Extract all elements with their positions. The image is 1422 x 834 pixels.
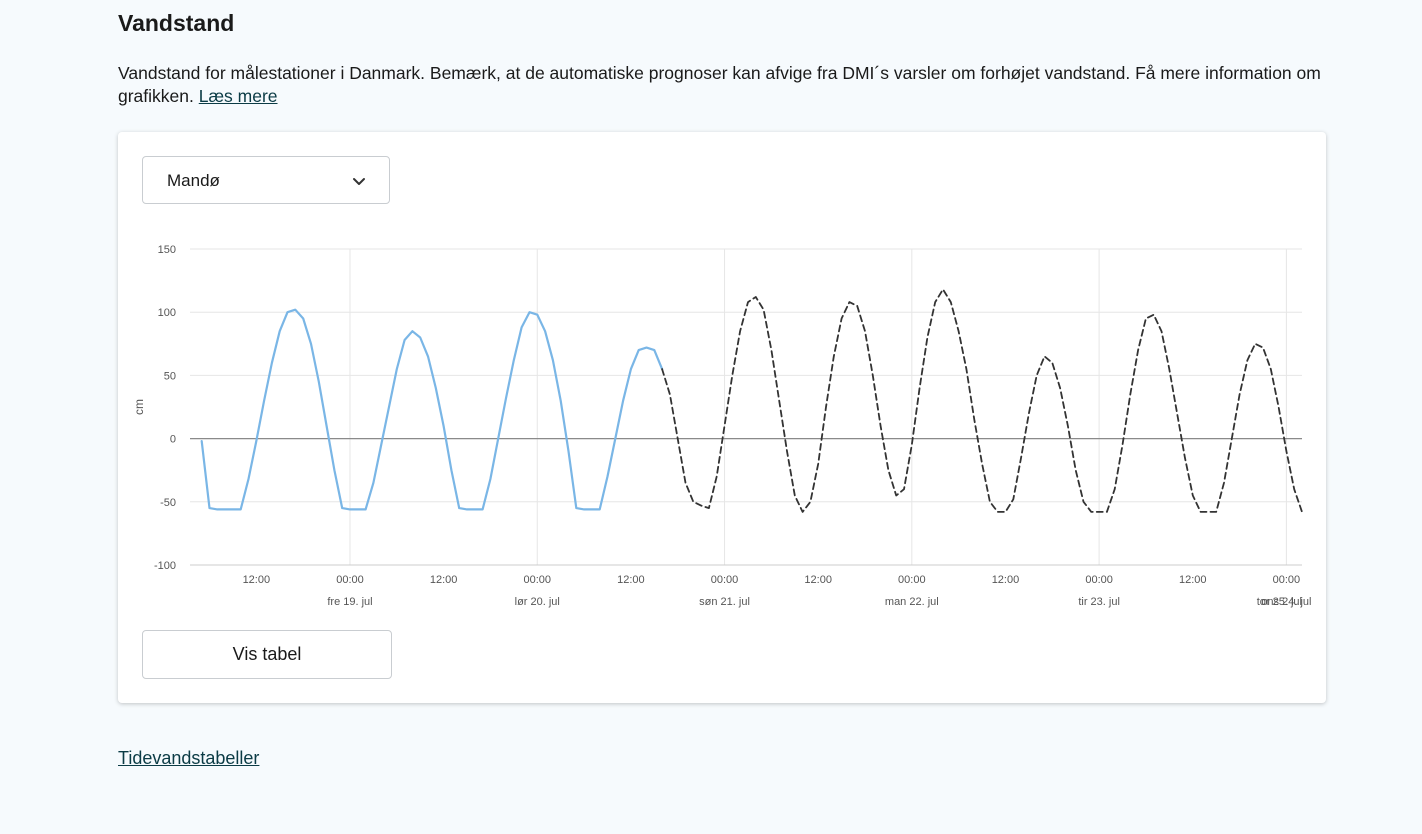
x-time-label: 12:00 [617,574,645,586]
intro-description: Vandstand for målestationer i Danmark. B… [118,63,1321,106]
y-tick-label: 50 [164,370,176,382]
y-tick-label: -100 [154,560,176,572]
x-day-label: man 22. jul [885,596,939,608]
x-time-label: 12:00 [992,574,1020,586]
water-level-chart: 150 100 50 0 -50 -100 12:00 00:00 12:00 00:00 12:0… [132,244,1311,608]
y-tick-label: 0 [170,434,176,446]
x-time-label: 00:00 [1085,574,1113,586]
x-day-label: lør 20. jul [515,596,560,608]
x-day-label: tir 23. jul [1078,596,1120,608]
y-axis-label: cm [132,399,146,415]
x-day-label: søn 21. jul [699,596,750,608]
show-table-button[interactable]: Vis tabel [142,630,392,679]
x-day-label: fre 19. jul [327,596,372,608]
y-tick-label: 100 [158,307,176,319]
intro-text: Vandstand for målestationer i Danmark. B… [118,62,1333,108]
x-time-label: 12:00 [804,574,832,586]
x-time-label: 00:00 [336,574,364,586]
x-day-label: tor 25. jul [1257,596,1302,608]
tide-tables-link[interactable]: Tidevandstabeller [118,748,259,769]
water-level-card: Mandø 150 100 50 0 -50 -100 12:00 00:00 12:00 00:… [118,132,1326,703]
x-time-label: 12:00 [243,574,271,586]
x-time-label: 00:00 [523,574,551,586]
x-time-label: 12:00 [1179,574,1207,586]
read-more-link[interactable]: Læs mere [199,86,278,106]
forecast-series-line [661,288,1303,513]
x-time-label: 12:00 [430,574,458,586]
observed-series-line [200,308,664,511]
x-time-label: 00:00 [898,574,926,586]
y-tick-label: -50 [160,497,176,509]
y-tick-label: 150 [158,244,176,256]
page-title: Vandstand [118,10,235,36]
x-time-label: 00:00 [1273,574,1301,586]
x-time-label: 00:00 [711,574,739,586]
